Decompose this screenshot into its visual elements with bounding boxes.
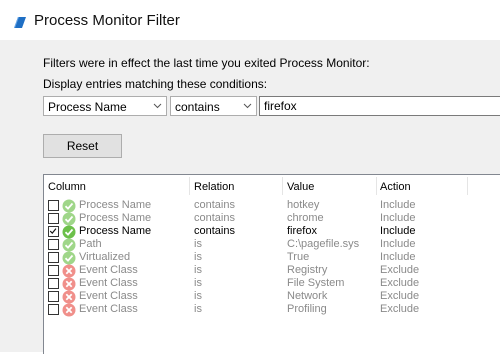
display-entries-label: Display entries matching these condition… [43,77,268,91]
include-check-icon [62,238,76,252]
filters-in-effect-text: Filters were in effect the last time you… [43,56,370,70]
filter-list[interactable]: Column Relation Value Action Process Nam… [43,174,500,354]
exclude-x-icon [62,290,76,304]
cell-relation: is [194,303,202,315]
cell-value: File System [287,277,345,289]
cell-action: Include [380,212,416,224]
cell-column: Event Class [79,290,138,302]
cell-column: Path [79,238,102,250]
exclude-x-icon [62,264,76,278]
cell-relation: contains [194,225,235,237]
cell-action: Include [380,251,416,263]
exclude-x-icon [62,303,76,317]
cell-value: Network [287,290,328,302]
cell-column: Process Name [79,199,152,211]
row-checkbox[interactable] [48,226,59,237]
cell-value: firefox [287,225,317,237]
cell-column: Event Class [79,303,138,315]
cell-value: True [287,251,310,263]
column-header-relation[interactable]: Relation [194,181,234,193]
cell-column: Process Name [79,212,152,224]
cell-column: Process Name [79,225,152,237]
column-header-column[interactable]: Column [48,181,86,193]
column-header-action[interactable]: Action [380,181,411,193]
row-checkbox[interactable] [48,304,59,315]
window-title: Process Monitor Filter [34,12,180,29]
relation-select[interactable]: contains [170,96,257,116]
relation-select-value: contains [175,100,220,114]
cell-relation: is [194,290,202,302]
column-select-value: Process Name [48,100,127,114]
cell-relation: contains [194,199,235,211]
cell-relation: is [194,251,202,263]
cell-value: hotkey [287,199,320,211]
cell-relation: contains [194,212,235,224]
cell-value: Registry [287,264,328,276]
row-checkbox[interactable] [48,213,59,224]
include-check-icon [62,251,76,265]
column-select[interactable]: Process Name [43,96,167,116]
cell-relation: is [194,277,202,289]
cell-relation: is [194,264,202,276]
cell-column: Virtualized [79,251,131,263]
row-checkbox[interactable] [48,200,59,211]
reset-button[interactable]: Reset [43,134,122,158]
cell-column: Event Class [79,264,138,276]
row-checkbox[interactable] [48,239,59,250]
cell-action: Exclude [380,277,420,289]
row-checkbox[interactable] [48,265,59,276]
chevron-down-icon [243,103,252,109]
cell-column: Event Class [79,277,138,289]
table-row[interactable]: Process Name contains firefox Include [44,225,500,239]
title-bar: Process Monitor Filter [0,0,500,40]
cell-action: Include [380,238,416,250]
value-input[interactable] [259,96,500,116]
cell-action: Exclude [380,290,420,302]
row-checkbox[interactable] [48,278,59,289]
checkmark-icon [49,228,57,234]
cell-action: Include [380,225,416,237]
filter-app-icon [14,17,26,28]
column-header-value[interactable]: Value [287,181,314,193]
list-header: Column Relation Value Action [44,175,500,197]
include-check-icon [62,225,76,239]
cell-value: Profiling [287,303,327,315]
cell-action: Include [380,199,416,211]
cell-relation: is [194,238,202,250]
include-check-icon [62,212,76,226]
cell-action: Exclude [380,303,420,315]
cell-value: C:\pagefile.sys [287,238,360,250]
include-check-icon [62,199,76,213]
table-row[interactable]: Event Class is Profiling Exclude [44,303,500,317]
cell-value: chrome [287,212,324,224]
row-checkbox[interactable] [48,252,59,263]
exclude-x-icon [62,277,76,291]
chevron-down-icon [153,103,162,109]
row-checkbox[interactable] [48,291,59,302]
cell-action: Exclude [380,264,420,276]
